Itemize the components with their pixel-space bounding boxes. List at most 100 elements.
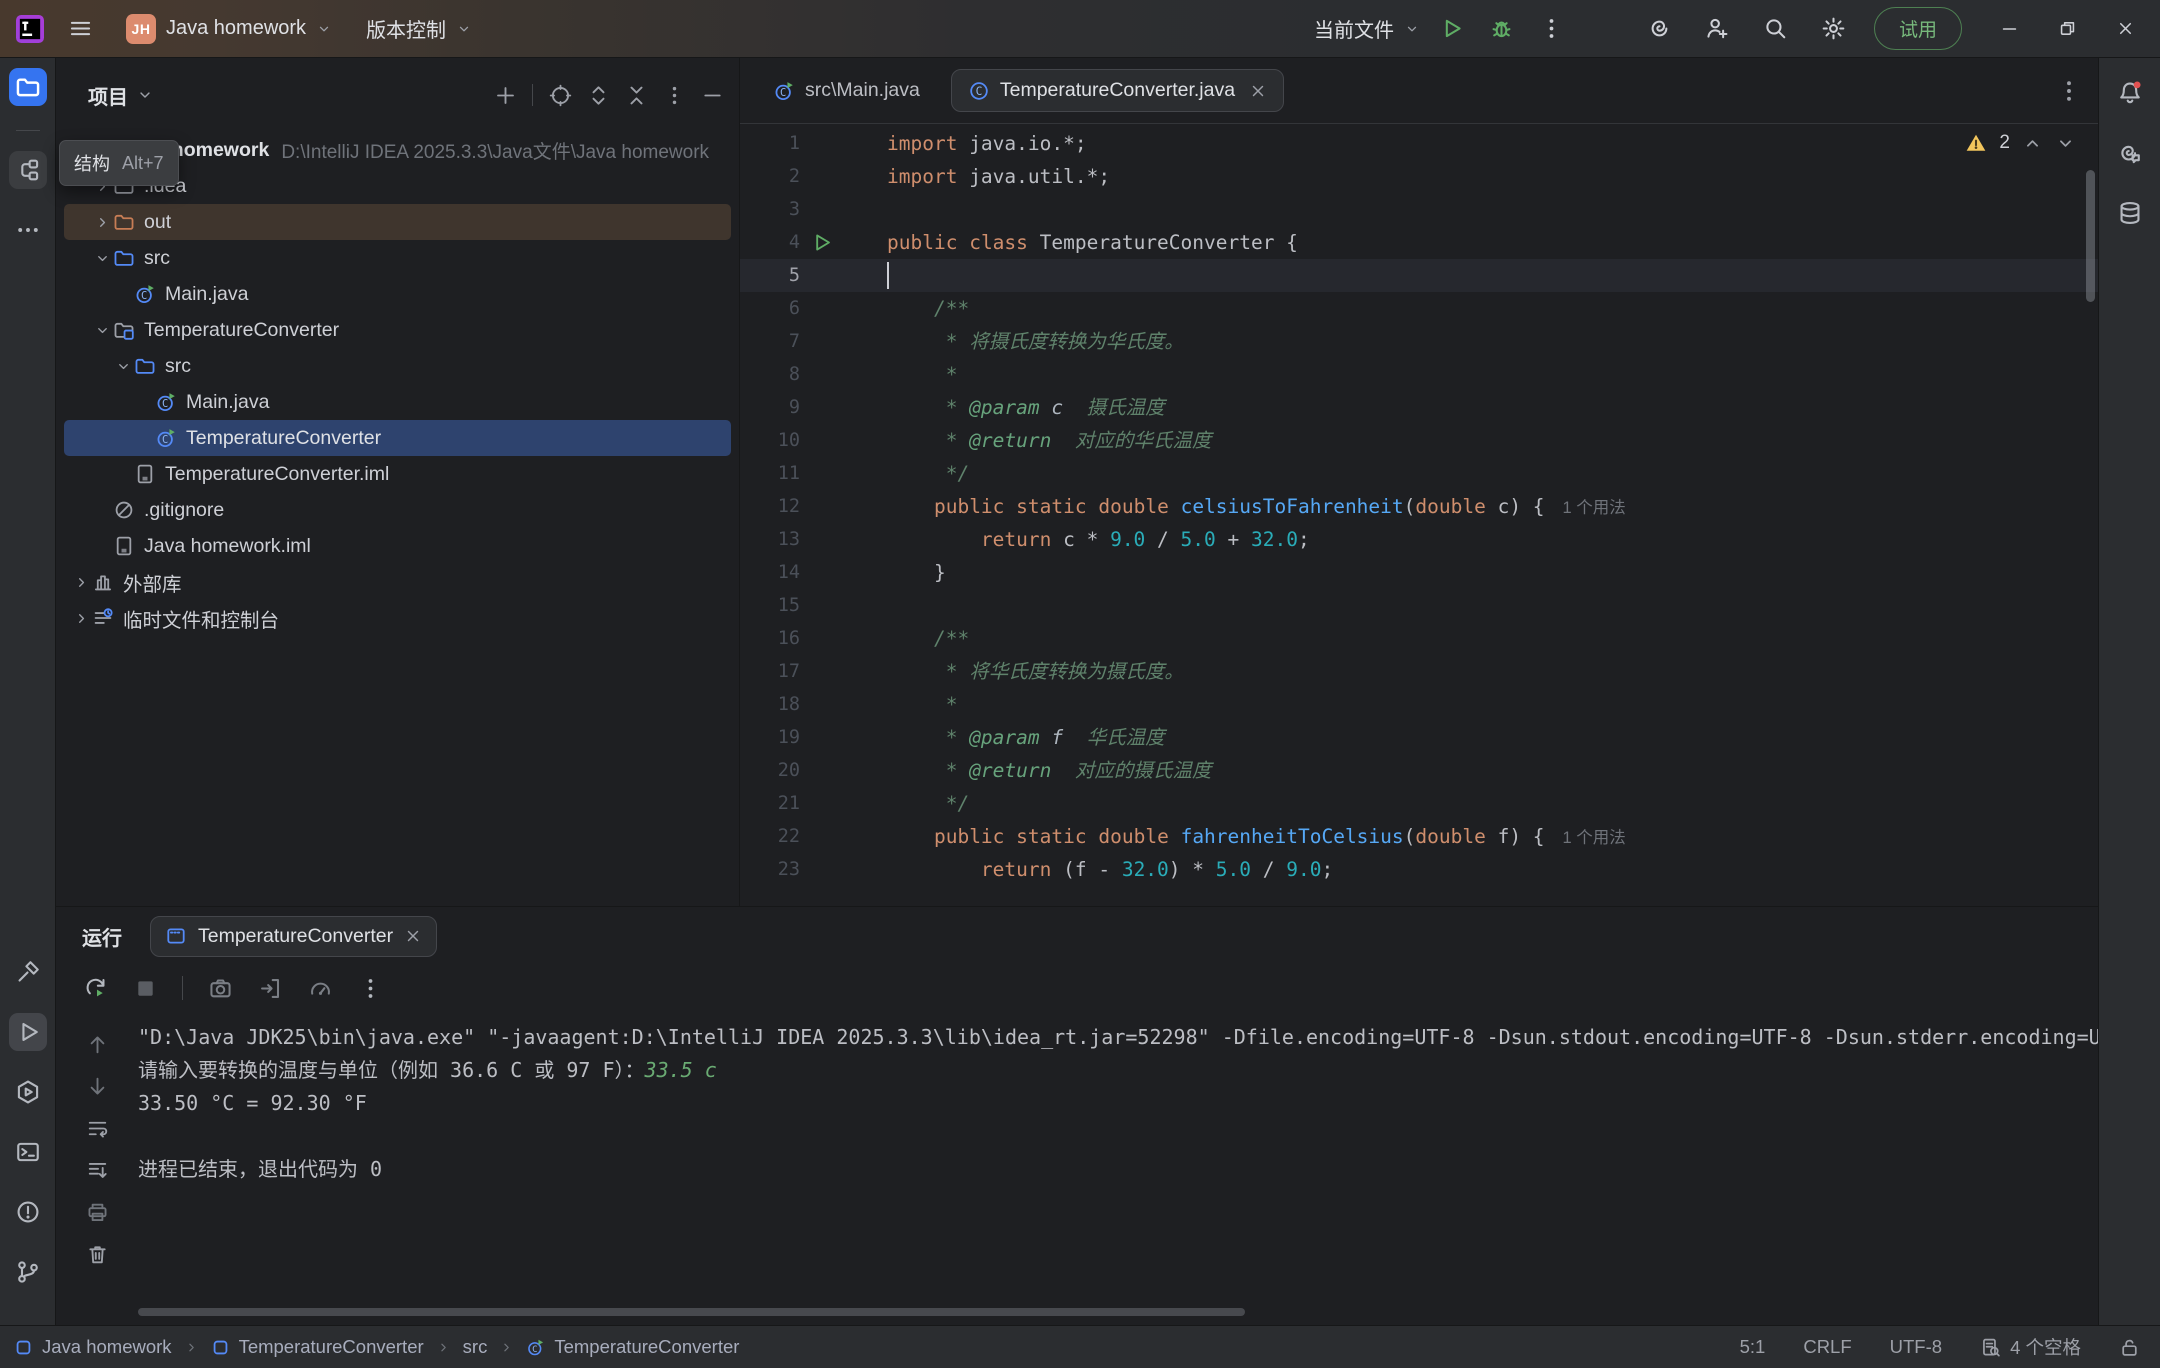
- restore-window-button[interactable]: [2038, 0, 2096, 57]
- tree-chevron[interactable]: [91, 319, 113, 341]
- tree-chevron[interactable]: [112, 355, 134, 377]
- code-editor[interactable]: 1 import java.io.*; 2 import java.util.*…: [740, 124, 2098, 886]
- project-view-selector[interactable]: 项目: [82, 80, 160, 111]
- run-button[interactable]: [1430, 7, 1474, 51]
- tool-window-database-button[interactable]: [2111, 194, 2149, 232]
- console-output[interactable]: "D:\Java JDK25\bin\java.exe" "-javaagent…: [138, 1011, 2098, 1311]
- project-widget-button[interactable]: JH Java homework: [116, 6, 342, 52]
- print-button[interactable]: [84, 1199, 110, 1225]
- code-line-6[interactable]: 6 /**: [740, 292, 2098, 325]
- close-window-button[interactable]: [2096, 0, 2154, 57]
- more-options-button[interactable]: [355, 973, 385, 1003]
- code-line-18[interactable]: 18 *: [740, 688, 2098, 721]
- run-configuration-selector[interactable]: 当前文件: [1304, 6, 1430, 51]
- rerun-button[interactable]: [80, 973, 110, 1003]
- tool-window-structure-button[interactable]: [9, 151, 47, 189]
- main-menu-button[interactable]: [58, 7, 102, 51]
- tool-window-terminal-button[interactable]: [9, 1133, 47, 1171]
- code-line-11[interactable]: 11 */: [740, 457, 2098, 490]
- tree-item-temperatureconverter[interactable]: C TemperatureConverter: [64, 420, 731, 456]
- tree-item-src[interactable]: src: [64, 240, 731, 276]
- minimize-window-button[interactable]: [1980, 0, 2038, 57]
- code-line-17[interactable]: 17 * 将华氏度转换为摄氏度。: [740, 655, 2098, 688]
- select-opened-file-button[interactable]: [543, 78, 577, 112]
- more-run-actions[interactable]: [1530, 7, 1574, 51]
- tree-item-12[interactable]: 外部库: [64, 564, 731, 600]
- code-line-23[interactable]: 23 return (f - 32.0) * 5.0 / 9.0;: [740, 853, 2098, 886]
- tool-window-project-button[interactable]: [9, 68, 47, 106]
- tool-window-run-button[interactable]: [9, 1013, 47, 1051]
- code-line-22[interactable]: 22 public static double fahrenheitToCels…: [740, 820, 2098, 853]
- search-everywhere-button[interactable]: [1754, 7, 1798, 51]
- prev-problem-icon[interactable]: [2022, 133, 2043, 154]
- code-line-1[interactable]: 1 import java.io.*;: [740, 127, 2098, 160]
- tree-item-main-java[interactable]: C Main.java: [64, 384, 731, 420]
- code-line-5[interactable]: 5: [740, 259, 2098, 292]
- close-icon[interactable]: [1249, 82, 1267, 100]
- code-line-9[interactable]: 9 * @param c 摄氏温度: [740, 391, 2098, 424]
- editor-tab-options-icon[interactable]: [2056, 78, 2082, 104]
- code-line-16[interactable]: 16 /**: [740, 622, 2098, 655]
- console-hscrollbar[interactable]: [138, 1308, 1245, 1316]
- tree-item-src[interactable]: src: [64, 348, 731, 384]
- editor-scrollbar[interactable]: [2086, 170, 2095, 302]
- code-line-12[interactable]: 12 public static double celsiusToFahrenh…: [740, 490, 2098, 523]
- debug-button[interactable]: [1480, 7, 1524, 51]
- indent-setting[interactable]: 4 个空格: [1980, 1334, 2081, 1360]
- tool-window-problems-button[interactable]: [9, 1193, 47, 1231]
- stop-button[interactable]: [130, 973, 160, 1003]
- code-line-7[interactable]: 7 * 将摄氏度转换为华氏度。: [740, 325, 2098, 358]
- profiler-button[interactable]: [305, 973, 335, 1003]
- next-problem-icon[interactable]: [2055, 133, 2076, 154]
- code-line-3[interactable]: 3: [740, 193, 2098, 226]
- settings-button[interactable]: [1812, 7, 1856, 51]
- caret-position[interactable]: 5:1: [1740, 1336, 1766, 1358]
- code-line-15[interactable]: 15: [740, 589, 2098, 622]
- hide-tool-window-button[interactable]: [695, 78, 729, 112]
- code-line-21[interactable]: 21 */: [740, 787, 2098, 820]
- code-line-14[interactable]: 14 }: [740, 556, 2098, 589]
- collapse-all-button[interactable]: [619, 78, 653, 112]
- code-line-2[interactable]: 2 import java.util.*;: [740, 160, 2098, 193]
- editor-tab-src-main-java[interactable]: Csrc\Main.java: [756, 69, 937, 112]
- line-separator[interactable]: CRLF: [1803, 1336, 1851, 1358]
- tool-window-build-button[interactable]: [9, 953, 47, 991]
- tool-window-more-tool-windows-button[interactable]: [9, 211, 47, 249]
- expand-all-button[interactable]: [581, 78, 615, 112]
- tree-item-gitignore[interactable]: .gitignore: [64, 492, 731, 528]
- tree-chevron[interactable]: [91, 247, 113, 269]
- tree-item-main-java[interactable]: C Main.java: [64, 276, 731, 312]
- run-configuration-tab[interactable]: TemperatureConverter: [150, 916, 437, 957]
- tree-item-java-homework-iml[interactable]: Java homework.iml: [64, 528, 731, 564]
- file-encoding[interactable]: UTF-8: [1890, 1336, 1942, 1358]
- capture-memory-snapshot-button[interactable]: [205, 973, 235, 1003]
- code-line-10[interactable]: 10 * @return 对应的华氏温度: [740, 424, 2098, 457]
- scroll-up-button[interactable]: [84, 1031, 110, 1057]
- tree-item-temperatureconverter-iml[interactable]: TemperatureConverter.iml: [64, 456, 731, 492]
- tree-item-temperatureconverter[interactable]: TemperatureConverter: [64, 312, 731, 348]
- tree-chevron[interactable]: [91, 211, 113, 233]
- code-line-13[interactable]: 13 return c * 9.0 / 5.0 + 32.0;: [740, 523, 2098, 556]
- editor-tab-temperatureconverter-java[interactable]: CTemperatureConverter.java: [951, 69, 1284, 112]
- breadcrumb-temperatureconverter[interactable]: TemperatureConverter: [211, 1336, 424, 1358]
- tool-window-ai-assistant-tool-button[interactable]: [2111, 134, 2149, 172]
- tool-window-notifications-button[interactable]: [2111, 74, 2149, 112]
- trial-badge-button[interactable]: 试用: [1874, 7, 1962, 50]
- add-button[interactable]: [488, 78, 522, 112]
- tool-window-version-control-button[interactable]: [9, 1253, 47, 1291]
- ai-assistant-button[interactable]: [1638, 7, 1682, 51]
- code-with-me-button[interactable]: [1696, 7, 1740, 51]
- breadcrumb-java-homework[interactable]: Java homework: [14, 1336, 172, 1358]
- tree-chevron[interactable]: [70, 571, 92, 593]
- scroll-down-button[interactable]: [84, 1073, 110, 1099]
- tree-item-13[interactable]: 临时文件和控制台: [64, 600, 731, 636]
- code-line-8[interactable]: 8 *: [740, 358, 2098, 391]
- clear-all-button[interactable]: [84, 1241, 110, 1267]
- soft-wrap-button[interactable]: [84, 1115, 110, 1141]
- breadcrumb-src[interactable]: src: [463, 1336, 488, 1358]
- file-lock-toggle[interactable]: [2119, 1337, 2140, 1358]
- tree-item-out[interactable]: out: [64, 204, 731, 240]
- code-line-4[interactable]: 4 public class TemperatureConverter {: [740, 226, 2098, 259]
- open-run-results-button[interactable]: [255, 973, 285, 1003]
- close-icon[interactable]: [404, 927, 422, 945]
